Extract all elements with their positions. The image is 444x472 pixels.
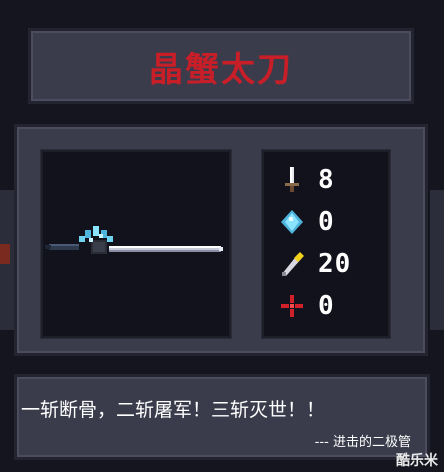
sword-damage-icon: [278, 166, 306, 194]
stat-energy: 0: [278, 204, 335, 240]
weapon-stats: 8 0 20 0: [262, 150, 390, 338]
background-wall-right: [430, 190, 444, 330]
stat-accuracy-value: 0: [318, 291, 335, 321]
quote-author: --- 进击的二极管: [314, 435, 411, 450]
energy-crystal-icon: [278, 208, 306, 236]
weapon-title-panel: 晶蟹太刀: [28, 28, 414, 104]
weapon-quote: 一斩断骨，二斩屠军！三斩灭世！！: [21, 399, 326, 421]
stat-accuracy: 0: [278, 288, 335, 324]
watermark: 酷乐米: [396, 453, 438, 469]
background-torch: [0, 244, 10, 264]
stat-energy-value: 0: [318, 207, 335, 237]
weapon-quote-panel: 一斩断骨，二斩屠军！三斩灭世！！ --- 进击的二极管: [14, 374, 430, 460]
katana-icon: [45, 226, 223, 254]
weapon-preview: [41, 150, 231, 338]
stat-crit-value: 20: [318, 249, 352, 279]
weapon-name: 晶蟹太刀: [149, 49, 293, 90]
weapon-info-panel: 8 0 20 0: [14, 124, 428, 356]
critical-chance-icon: [278, 250, 306, 278]
stat-damage: 8: [278, 162, 335, 198]
stat-damage-value: 8: [318, 165, 335, 195]
accuracy-crosshair-icon: [278, 292, 306, 320]
stat-crit: 20: [278, 246, 351, 282]
